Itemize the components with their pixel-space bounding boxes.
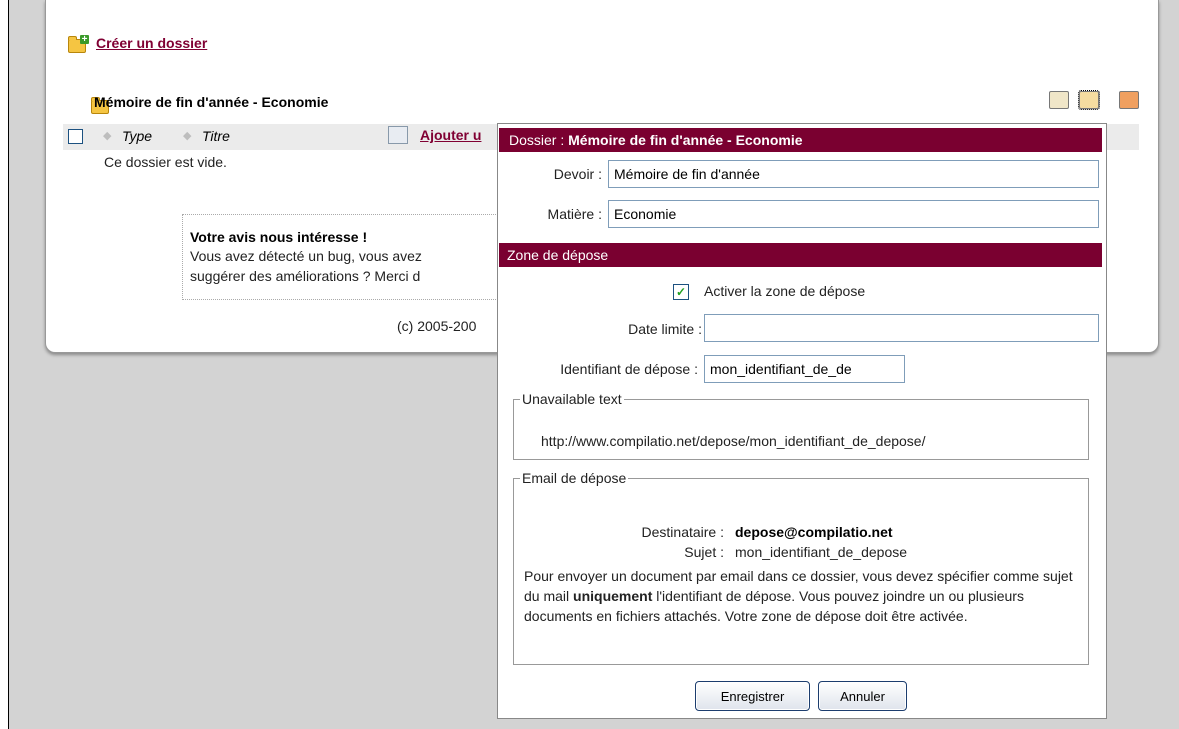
select-all-checkbox[interactable] bbox=[68, 129, 83, 144]
deposit-url: http://www.compilatio.net/depose/mon_ide… bbox=[541, 433, 926, 449]
subject-label: Sujet : bbox=[684, 544, 724, 560]
add-document-icon[interactable] bbox=[388, 126, 408, 144]
cancel-button[interactable]: Annuler bbox=[818, 681, 907, 711]
create-folder-link[interactable]: Créer un dossier bbox=[96, 35, 207, 51]
subject-value: mon_identifiant_de_depose bbox=[735, 544, 908, 560]
delete-folder-icon[interactable] bbox=[1119, 91, 1139, 109]
copyright-text: (c) 2005-200 bbox=[397, 318, 477, 334]
matiere-label: Matière : bbox=[547, 206, 602, 222]
email-legend: Email de dépose bbox=[522, 470, 627, 486]
create-folder-icon[interactable]: + bbox=[68, 35, 89, 54]
feedback-line-1: Vous avez détecté un bug, vous avez bbox=[190, 248, 422, 264]
matiere-input[interactable] bbox=[608, 200, 1099, 228]
dialog-header-prefix: Dossier : bbox=[509, 132, 569, 148]
dialog-header-name: Mémoire de fin d'année - Economie bbox=[568, 132, 803, 148]
url-legend: Unavailable text bbox=[522, 391, 622, 407]
url-fieldset: Unavailable text http://www.compilatio.n… bbox=[513, 391, 1089, 460]
feedback-line-2: suggérer des améliorations ? Merci d bbox=[190, 268, 421, 284]
column-title[interactable]: Titre bbox=[202, 128, 230, 144]
feedback-title: Votre avis nous intéresse ! bbox=[190, 229, 368, 245]
sort-title-icon[interactable]: ◆ bbox=[183, 129, 191, 142]
activate-zone-checkbox[interactable]: ✓ bbox=[673, 284, 689, 300]
zone-header: Zone de dépose bbox=[499, 243, 1102, 267]
recipient-value: depose@compilatio.net bbox=[735, 524, 893, 540]
recipient-label: Destinataire : bbox=[641, 524, 724, 540]
empty-folder-text: Ce dossier est vide. bbox=[104, 154, 227, 170]
date-limit-label: Date limite : bbox=[628, 321, 702, 337]
devoir-label: Devoir : bbox=[553, 166, 602, 182]
add-document-icon[interactable] bbox=[1049, 91, 1069, 109]
folder-title: Mémoire de fin d'année - Economie bbox=[94, 94, 329, 110]
help-text-bold: uniquement bbox=[573, 588, 653, 604]
email-help-text: Pour envoyer un document par email dans … bbox=[524, 566, 1084, 626]
save-button[interactable]: Enregistrer bbox=[695, 681, 810, 711]
devoir-input[interactable] bbox=[608, 160, 1099, 188]
identifier-input[interactable] bbox=[704, 355, 905, 383]
column-type[interactable]: Type bbox=[122, 128, 152, 144]
identifier-label: Identifiant de dépose : bbox=[560, 361, 698, 377]
date-limit-input[interactable] bbox=[704, 314, 1099, 342]
add-document-link[interactable]: Ajouter u bbox=[420, 127, 481, 143]
sort-type-icon[interactable]: ◆ bbox=[103, 129, 111, 142]
email-fieldset: Email de dépose Destinataire : depose@co… bbox=[513, 470, 1089, 665]
activate-zone-label[interactable]: Activer la zone de dépose bbox=[704, 283, 865, 299]
folder-properties-dialog: Dossier : Mémoire de fin d'année - Econo… bbox=[497, 123, 1107, 719]
folder-properties-icon[interactable] bbox=[1078, 90, 1100, 110]
dialog-header: Dossier : Mémoire de fin d'année - Econo… bbox=[499, 128, 1102, 152]
